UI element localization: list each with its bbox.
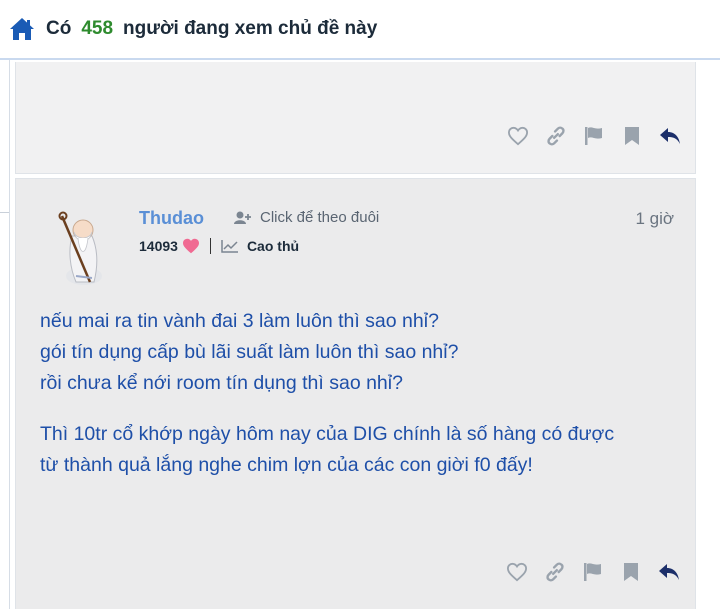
- follow-button[interactable]: Click để theo đuôi: [234, 209, 379, 226]
- viewer-count: 458: [81, 18, 114, 39]
- user-rank: Cao thủ: [246, 238, 300, 254]
- viewers-suffix: người đang xem chủ đề này: [123, 18, 378, 39]
- user-points: 14093: [139, 238, 178, 254]
- thread-divider: [0, 212, 9, 213]
- avatar[interactable]: [50, 206, 112, 288]
- post-content: nếu mai ra tin vành đai 3 làm luôn thì s…: [40, 306, 680, 481]
- link-icon[interactable]: [543, 560, 567, 584]
- heart-outline-icon[interactable]: [505, 560, 529, 584]
- viewers-prefix: Có: [46, 18, 72, 39]
- content-line: nếu mai ra tin vành đai 3 làm luôn thì s…: [40, 310, 439, 332]
- content-line: từ thành quả lắng nghe chim lợn của các …: [40, 454, 533, 476]
- thread-line: [9, 60, 10, 609]
- content-line: gói tín dụng cấp bù lãi suất làm luôn th…: [40, 341, 459, 363]
- previous-post: [15, 62, 696, 174]
- reply-icon[interactable]: [658, 124, 682, 148]
- flag-icon[interactable]: [582, 124, 606, 148]
- link-icon[interactable]: [544, 124, 568, 148]
- reply-icon[interactable]: [657, 560, 681, 584]
- username[interactable]: Thudao: [139, 208, 204, 229]
- viewers-bar: Có 458 người đang xem chủ đề này: [0, 0, 720, 60]
- post-actions: [506, 124, 682, 148]
- post-time[interactable]: 1 giờ: [635, 209, 674, 229]
- content-line: Thì 10tr cổ khớp ngày hôm nay của DIG ch…: [40, 423, 615, 445]
- heart-outline-icon[interactable]: [506, 124, 530, 148]
- post-actions: [505, 560, 681, 584]
- user-plus-icon: [234, 211, 251, 224]
- stats-separator: [209, 238, 211, 254]
- chart-icon: [221, 240, 238, 253]
- heart-icon: [182, 238, 199, 254]
- flag-icon[interactable]: [581, 560, 605, 584]
- follow-label: Click để theo đuôi: [260, 209, 380, 226]
- home-icon[interactable]: [8, 15, 36, 43]
- bookmark-icon[interactable]: [619, 560, 643, 584]
- user-stats: 14093 Cao thủ: [139, 238, 299, 254]
- content-line: rồi chưa kể nới room tín dụng thì sao nh…: [40, 372, 403, 394]
- bookmark-icon[interactable]: [620, 124, 644, 148]
